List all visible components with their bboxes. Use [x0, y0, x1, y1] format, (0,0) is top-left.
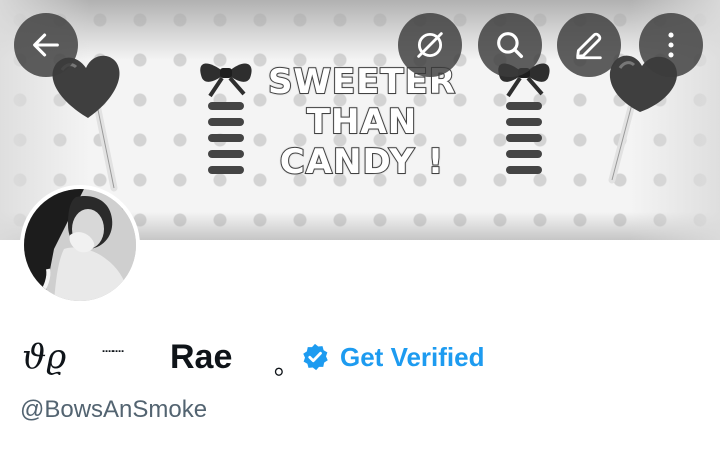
edit-button[interactable]: [557, 13, 621, 77]
edit-icon: [576, 32, 602, 60]
grok-button[interactable]: [398, 13, 462, 77]
display-name-suffix: ｡: [274, 350, 288, 381]
banner-title-line: CANDY !: [279, 141, 445, 183]
get-verified-link[interactable]: Get Verified: [340, 342, 485, 373]
lollipop-left-icon: [52, 55, 120, 192]
display-name-decoration: ϑϱ: [22, 337, 67, 377]
search-button[interactable]: [478, 13, 542, 77]
avatar-photo: [24, 189, 136, 301]
display-name-text: Rae: [170, 337, 233, 376]
search-icon: [497, 32, 524, 59]
profile-handle: @BowsAnSmoke: [20, 396, 208, 423]
bow-lacing-left-icon: [200, 63, 252, 174]
grok-icon: [417, 32, 443, 58]
arrow-left-icon: [33, 33, 59, 57]
more-button[interactable]: [639, 13, 703, 77]
more-vertical-icon: [668, 32, 674, 58]
profile-screen: SWEETER THAN CANDY ! ϑϱ ┈┈ Rae ｡ Get Ver…: [0, 0, 720, 455]
banner-title-line: THAN: [306, 101, 418, 143]
banner-title: SWEETER THAN CANDY !: [262, 61, 462, 183]
display-name: ϑϱ ┈┈ Rae ｡ Get Verified: [22, 334, 485, 381]
bow-lacing-right-icon: [498, 63, 550, 174]
display-name-dots: ┈┈: [102, 339, 124, 363]
profile-avatar[interactable]: [20, 185, 140, 305]
back-button[interactable]: [14, 13, 78, 77]
verified-badge-icon: [303, 343, 328, 371]
